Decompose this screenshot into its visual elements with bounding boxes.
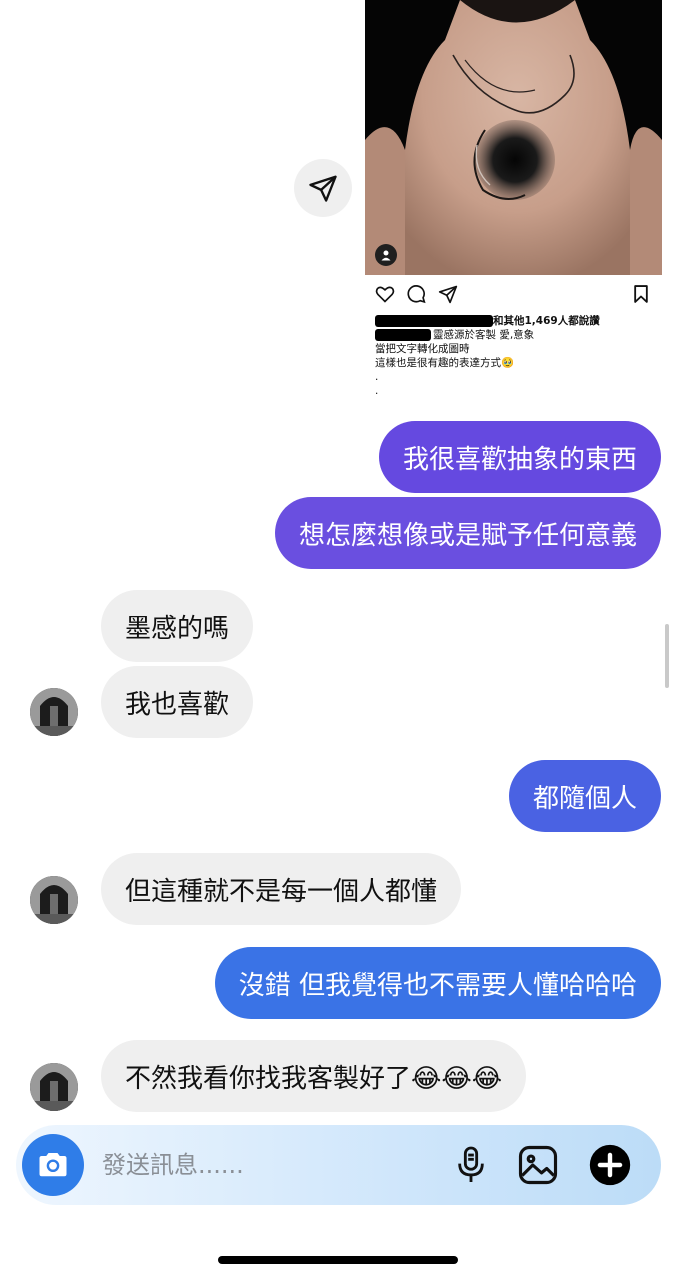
message-received[interactable]: 我也喜歡 [101, 666, 254, 738]
message-text: 不然我看你找我客製好了😂😂😂 [125, 1063, 503, 1094]
avatar[interactable] [30, 876, 78, 924]
message-text: 沒錯 但我覺得也不需要人懂哈哈哈 [238, 970, 637, 1001]
paper-plane-icon [309, 175, 337, 202]
message-text: 墨感的嗎 [125, 613, 230, 644]
message-text: 我很喜歡抽象的東西 [402, 444, 637, 475]
message-sent[interactable]: 想怎麼想像或是賦予任何意義 [274, 497, 661, 569]
comment-icon[interactable] [406, 284, 426, 304]
message-text: 但這種就不是每一個人都懂 [125, 876, 438, 907]
camera-button[interactable] [22, 1134, 84, 1196]
message-sent[interactable]: 沒錯 但我覺得也不需要人懂哈哈哈 [214, 947, 661, 1019]
send-icon[interactable] [438, 284, 458, 304]
home-indicator[interactable] [218, 1256, 458, 1264]
message-sent[interactable]: 我很喜歡抽象的東西 [378, 421, 661, 493]
microphone-icon [458, 1146, 484, 1182]
message-composer [16, 1125, 661, 1205]
image-icon [518, 1145, 558, 1185]
post-actions-bar [375, 284, 655, 304]
caption-line-1: 靈感源於客製 愛,意象 [433, 329, 535, 341]
avatar[interactable] [30, 688, 78, 736]
avatar[interactable] [30, 1063, 78, 1111]
user-tag-icon[interactable] [375, 244, 397, 266]
caption-line-2: 當把文字轉化成圖時 [375, 343, 470, 355]
message-received[interactable]: 不然我看你找我客製好了😂😂😂 [101, 1040, 527, 1112]
post-caption: 和其他1,469人都說讚 靈感源於客製 愛,意象 當把文字轉化成圖時 這樣也是很… [375, 314, 660, 398]
camera-icon [39, 1153, 67, 1177]
gallery-button[interactable] [515, 1142, 561, 1188]
heart-icon[interactable] [375, 284, 395, 304]
caption-dot-2: . [375, 385, 379, 397]
post-image-tattoo[interactable] [365, 0, 662, 275]
caption-dot-1: . [375, 371, 379, 383]
message-received[interactable]: 墨感的嗎 [101, 590, 254, 662]
bookmark-icon[interactable] [631, 284, 651, 304]
message-text: 想怎麼想像或是賦予任何意義 [298, 520, 637, 551]
post-likes: 和其他1,469人都說讚 [375, 314, 660, 328]
message-text: 我也喜歡 [125, 689, 230, 720]
share-post-button[interactable] [294, 159, 352, 217]
plus-circle-icon [589, 1144, 631, 1186]
redacted-text [375, 329, 431, 341]
message-sent[interactable]: 都隨個人 [508, 760, 661, 832]
message-input[interactable] [102, 1145, 402, 1185]
scrollbar[interactable] [665, 624, 669, 688]
caption-line-3: 這樣也是很有趣的表達方式🥹 [375, 357, 515, 369]
message-text: 都隨個人 [532, 783, 637, 814]
redacted-username [375, 315, 493, 327]
shared-post-card[interactable]: 和其他1,469人都說讚 靈感源於客製 愛,意象 當把文字轉化成圖時 這樣也是很… [365, 0, 662, 410]
microphone-button[interactable] [448, 1142, 494, 1188]
message-received[interactable]: 但這種就不是每一個人都懂 [101, 853, 462, 925]
more-button[interactable] [587, 1142, 633, 1188]
